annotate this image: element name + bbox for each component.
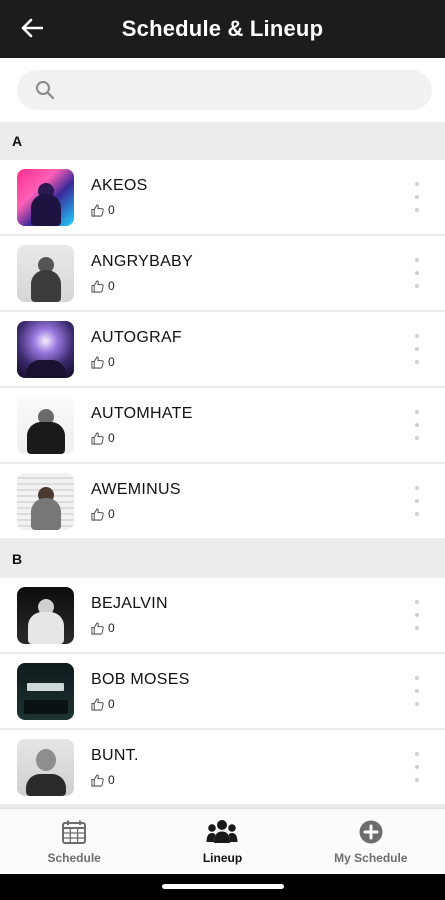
like-count-group[interactable]: 0 bbox=[91, 773, 139, 787]
thumb-figure-head bbox=[35, 748, 56, 771]
like-count: 0 bbox=[108, 431, 115, 445]
nav-schedule[interactable]: Schedule bbox=[0, 809, 148, 874]
artist-name: BOB MOSES bbox=[91, 671, 190, 688]
like-count-group[interactable]: 0 bbox=[91, 697, 190, 711]
arrow-left-icon bbox=[21, 18, 43, 38]
artist-row[interactable]: BEJALVIN 0 bbox=[0, 578, 445, 652]
thumbs-up-icon bbox=[91, 355, 104, 369]
search-input[interactable] bbox=[65, 81, 405, 99]
like-count-group[interactable]: 0 bbox=[91, 507, 181, 521]
calendar-icon bbox=[62, 820, 87, 844]
search-bar-container bbox=[0, 58, 445, 122]
thumbs-up-icon bbox=[91, 773, 104, 787]
artist-name: AWEMINUS bbox=[91, 481, 181, 498]
artist-thumbnail bbox=[17, 662, 74, 720]
artist-info: BOB MOSES 0 bbox=[91, 671, 190, 711]
more-options-icon[interactable] bbox=[411, 486, 423, 516]
more-options-icon[interactable] bbox=[411, 182, 423, 212]
top-app-bar: Schedule & Lineup bbox=[0, 0, 445, 58]
thumbs-up-icon bbox=[91, 621, 104, 635]
app: Schedule & Lineup A AKEOS 0 ANGRYBABY 0 … bbox=[0, 0, 445, 900]
thumb-figure-body bbox=[27, 611, 64, 644]
bottom-navigation: Schedule Lineup My Schedule bbox=[0, 808, 445, 874]
artist-name: BUNT. bbox=[91, 747, 139, 764]
like-count: 0 bbox=[108, 355, 115, 369]
group-icon bbox=[206, 819, 238, 843]
search-icon bbox=[36, 81, 55, 100]
artist-row[interactable]: AUTOMHATE 0 bbox=[0, 388, 445, 462]
artist-row[interactable]: BOB MOSES 0 bbox=[0, 654, 445, 728]
like-count-group[interactable]: 0 bbox=[91, 355, 182, 369]
more-options-icon[interactable] bbox=[411, 600, 423, 630]
home-indicator[interactable] bbox=[162, 884, 284, 889]
artist-name: AUTOMHATE bbox=[91, 405, 193, 422]
thumbs-up-icon bbox=[91, 279, 104, 293]
artist-thumbnail bbox=[17, 168, 74, 226]
thumb-figure-body bbox=[25, 773, 66, 796]
nav-my-schedule[interactable]: My Schedule bbox=[297, 809, 445, 874]
artist-row[interactable]: ANGRYBABY 0 bbox=[0, 236, 445, 310]
artist-info: ANGRYBABY 0 bbox=[91, 253, 193, 293]
artist-name: ANGRYBABY bbox=[91, 253, 193, 270]
artist-name: AUTOGRAF bbox=[91, 329, 183, 346]
like-count-group[interactable]: 0 bbox=[91, 621, 168, 635]
thumb-figure-body bbox=[30, 193, 61, 226]
more-options-icon[interactable] bbox=[411, 258, 423, 288]
artist-row[interactable]: AUTOGRAF 0 bbox=[0, 312, 445, 386]
thumb-logo bbox=[27, 682, 64, 691]
artist-thumbnail bbox=[17, 586, 74, 644]
like-count: 0 bbox=[108, 697, 115, 711]
like-count-group[interactable]: 0 bbox=[91, 279, 193, 293]
thumb-figure-body bbox=[30, 269, 61, 302]
nav-label-schedule: Schedule bbox=[47, 850, 101, 865]
artist-info: BEJALVIN 0 bbox=[91, 595, 168, 635]
artist-info: AUTOMHATE 0 bbox=[91, 405, 193, 445]
more-options-icon[interactable] bbox=[411, 676, 423, 706]
section-header-b: B bbox=[0, 540, 445, 578]
plus-circle-icon bbox=[359, 820, 383, 843]
thumb-figure-body bbox=[30, 497, 61, 530]
artist-thumbnail bbox=[17, 472, 74, 530]
like-count: 0 bbox=[108, 279, 115, 293]
artist-row[interactable]: BUNT. 0 bbox=[0, 730, 445, 804]
section-header-a: A bbox=[0, 122, 445, 160]
search-field[interactable] bbox=[17, 70, 432, 110]
artist-info: AKEOS 0 bbox=[91, 177, 148, 217]
artist-thumbnail bbox=[17, 320, 74, 378]
nav-label-lineup: Lineup bbox=[202, 850, 243, 865]
nav-label-my-schedule: My Schedule bbox=[334, 850, 408, 865]
thumbs-up-icon bbox=[91, 203, 104, 217]
lineup-list[interactable]: A AKEOS 0 ANGRYBABY 0 AUTOGRAF 0 AUTOMHA… bbox=[0, 122, 445, 808]
artist-info: BUNT. 0 bbox=[91, 747, 139, 787]
artist-thumbnail bbox=[17, 738, 74, 796]
like-count: 0 bbox=[108, 507, 115, 521]
thumb-figure-body bbox=[26, 421, 65, 454]
nav-lineup[interactable]: Lineup bbox=[148, 809, 296, 874]
thumbs-up-icon bbox=[91, 507, 104, 521]
thumb-sign bbox=[23, 699, 68, 714]
thumbs-up-icon bbox=[91, 697, 104, 711]
artist-row[interactable]: AKEOS 0 bbox=[0, 160, 445, 234]
like-count: 0 bbox=[108, 621, 115, 635]
artist-thumbnail bbox=[17, 396, 74, 454]
like-count-group[interactable]: 0 bbox=[91, 203, 148, 217]
system-navigation-bar bbox=[0, 874, 445, 900]
artist-name: AKEOS bbox=[91, 177, 148, 194]
more-options-icon[interactable] bbox=[411, 334, 423, 364]
thumbs-up-icon bbox=[91, 431, 104, 445]
like-count: 0 bbox=[108, 773, 115, 787]
artist-thumbnail bbox=[17, 244, 74, 302]
like-count-group[interactable]: 0 bbox=[91, 431, 193, 445]
thumb-crowd bbox=[25, 359, 66, 378]
back-button[interactable] bbox=[14, 12, 50, 44]
artist-info: AWEMINUS 0 bbox=[91, 481, 181, 521]
artist-info: AUTOGRAF 0 bbox=[91, 329, 182, 369]
more-options-icon[interactable] bbox=[411, 752, 423, 782]
artist-name: BEJALVIN bbox=[91, 595, 168, 612]
page-title: Schedule & Lineup bbox=[121, 16, 324, 41]
more-options-icon[interactable] bbox=[411, 410, 423, 440]
artist-row[interactable]: AWEMINUS 0 bbox=[0, 464, 445, 538]
like-count: 0 bbox=[108, 203, 115, 217]
